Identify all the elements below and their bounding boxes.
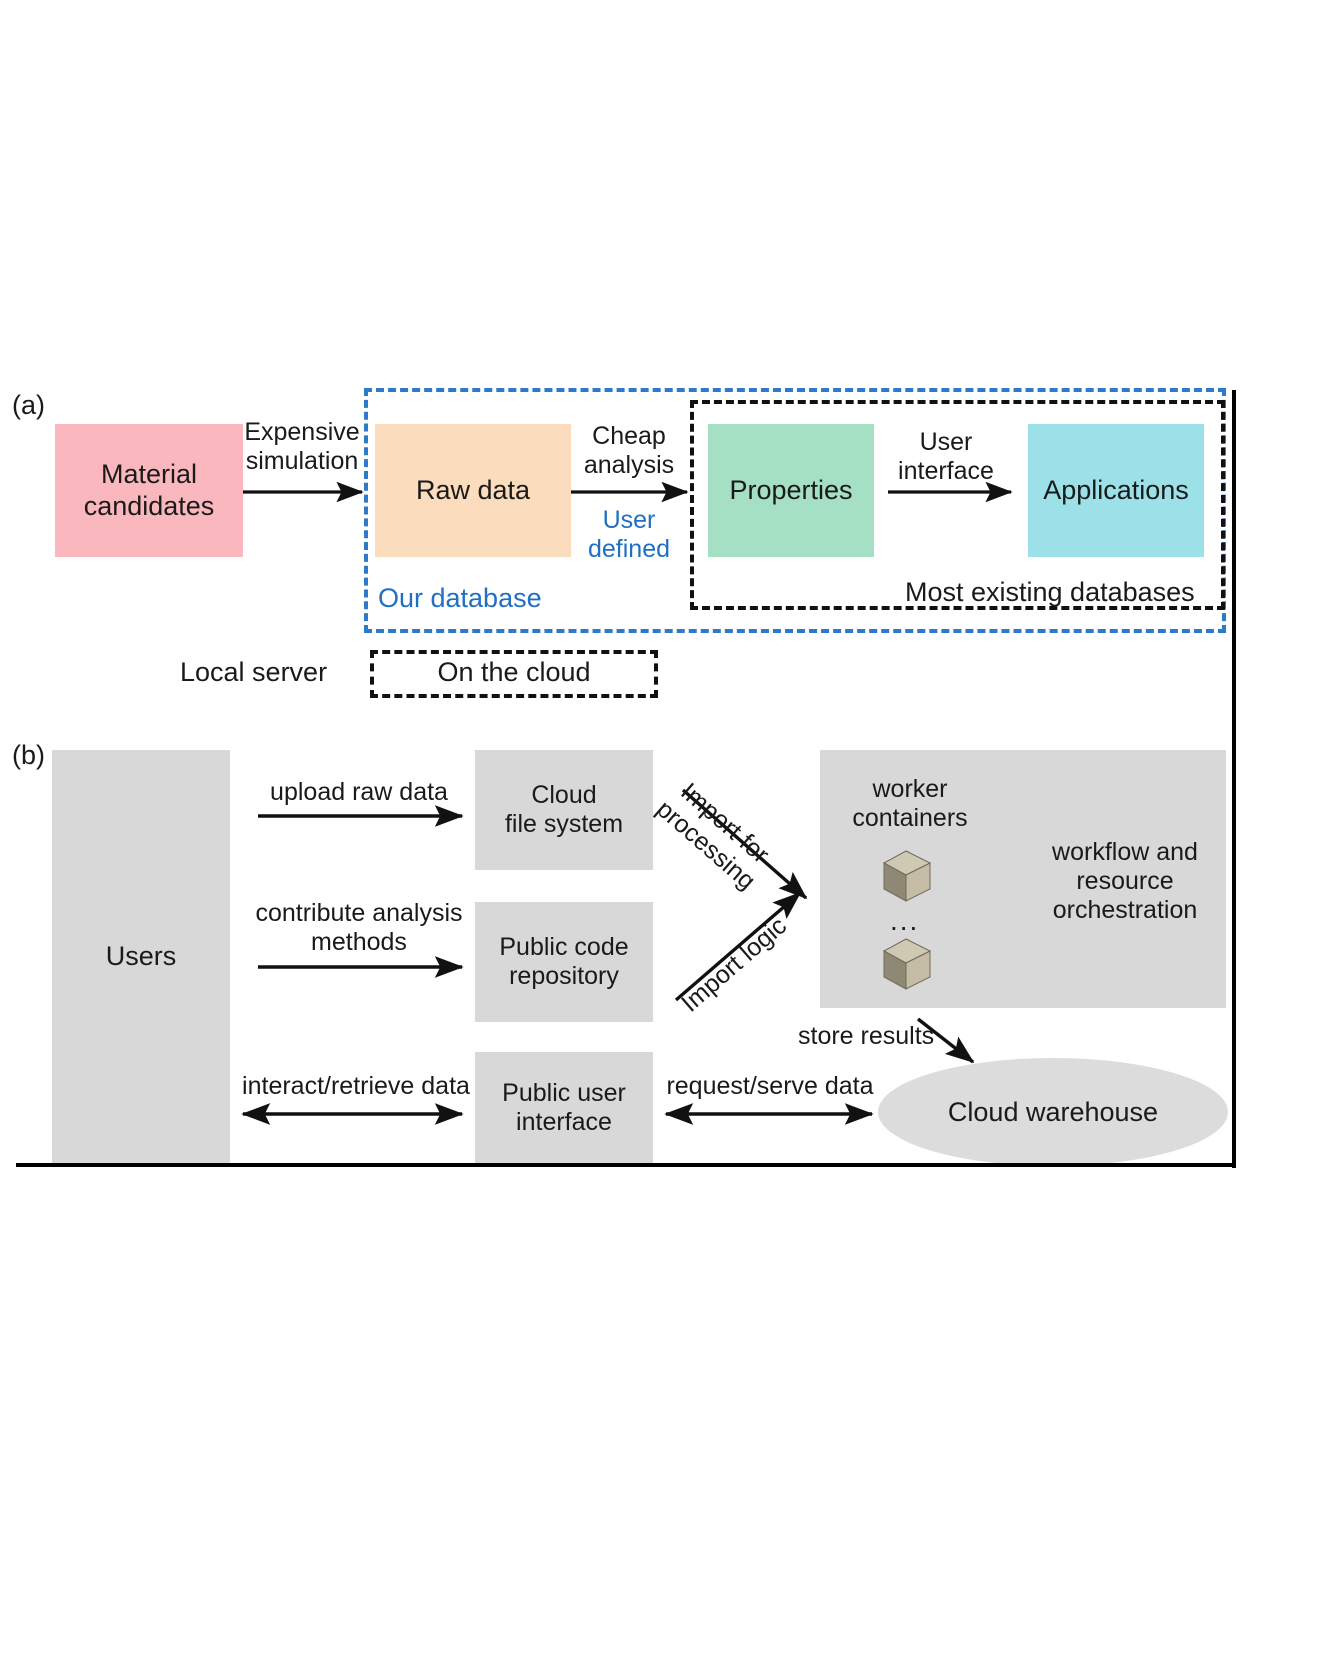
node-public-code-repository-label: Public code repository (499, 932, 629, 991)
node-public-code-repository: Public code repository (475, 902, 653, 1022)
node-material-candidates: Material candidates (55, 424, 243, 557)
node-raw-data: Raw data (375, 424, 571, 557)
node-applications-label: Applications (1043, 474, 1189, 505)
panel-b-tag: (b) (12, 740, 45, 770)
label-import-for-processing: Import for processing (651, 777, 775, 896)
node-applications: Applications (1028, 424, 1204, 557)
label-contribute-analysis-methods: contribute analysis methods (255, 899, 463, 956)
node-raw-data-label: Raw data (415, 474, 531, 505)
node-material-candidates-label: Material candidates (83, 458, 215, 521)
panel-a-tag: (a) (12, 390, 45, 420)
node-public-user-interface-label: Public user interface (502, 1078, 626, 1137)
node-public-user-interface: Public user interface (475, 1052, 653, 1164)
label-upload-raw-data: upload raw data (270, 778, 448, 806)
label-user-interface: User interface (898, 428, 994, 485)
node-properties: Properties (708, 424, 874, 557)
node-properties-label: Properties (729, 474, 853, 505)
node-cloud-warehouse-label: Cloud warehouse (947, 1096, 1159, 1127)
caption-most-existing-databases: Most existing databases (905, 577, 1195, 607)
legend-on-the-cloud: On the cloud (437, 657, 591, 687)
node-cloud-file-system: Cloud file system (475, 750, 653, 870)
legend-local-server: Local server (180, 657, 328, 687)
figure-root: (a) Material candidates Raw data Propert… (0, 0, 1336, 1670)
label-user-defined: User defined (587, 506, 671, 563)
node-cloud-warehouse: Cloud warehouse (878, 1058, 1228, 1166)
node-cloud-file-system-label: Cloud file system (504, 780, 624, 839)
worker-container-cube-2 (882, 938, 932, 990)
label-import-logic: Import logic (676, 911, 792, 1018)
label-worker-containers: worker containers (852, 775, 968, 832)
figure-right-rule (1232, 390, 1236, 1168)
node-users: Users (52, 750, 230, 1163)
label-expensive-simulation: Expensive simulation (244, 418, 360, 475)
node-users-label: Users (105, 940, 177, 971)
label-store-results: store results (798, 1022, 935, 1050)
label-interact-retrieve-data: interact/retrieve data (242, 1072, 470, 1100)
label-cheap-analysis: Cheap analysis (583, 422, 675, 479)
label-workflow-resource-orchestration: workflow and resource orchestration (1052, 838, 1198, 924)
caption-our-database: Our database (378, 583, 542, 613)
figure-bottom-rule (16, 1163, 1236, 1167)
worker-container-cube-1 (882, 850, 932, 902)
label-request-serve-data: request/serve data (666, 1072, 874, 1100)
